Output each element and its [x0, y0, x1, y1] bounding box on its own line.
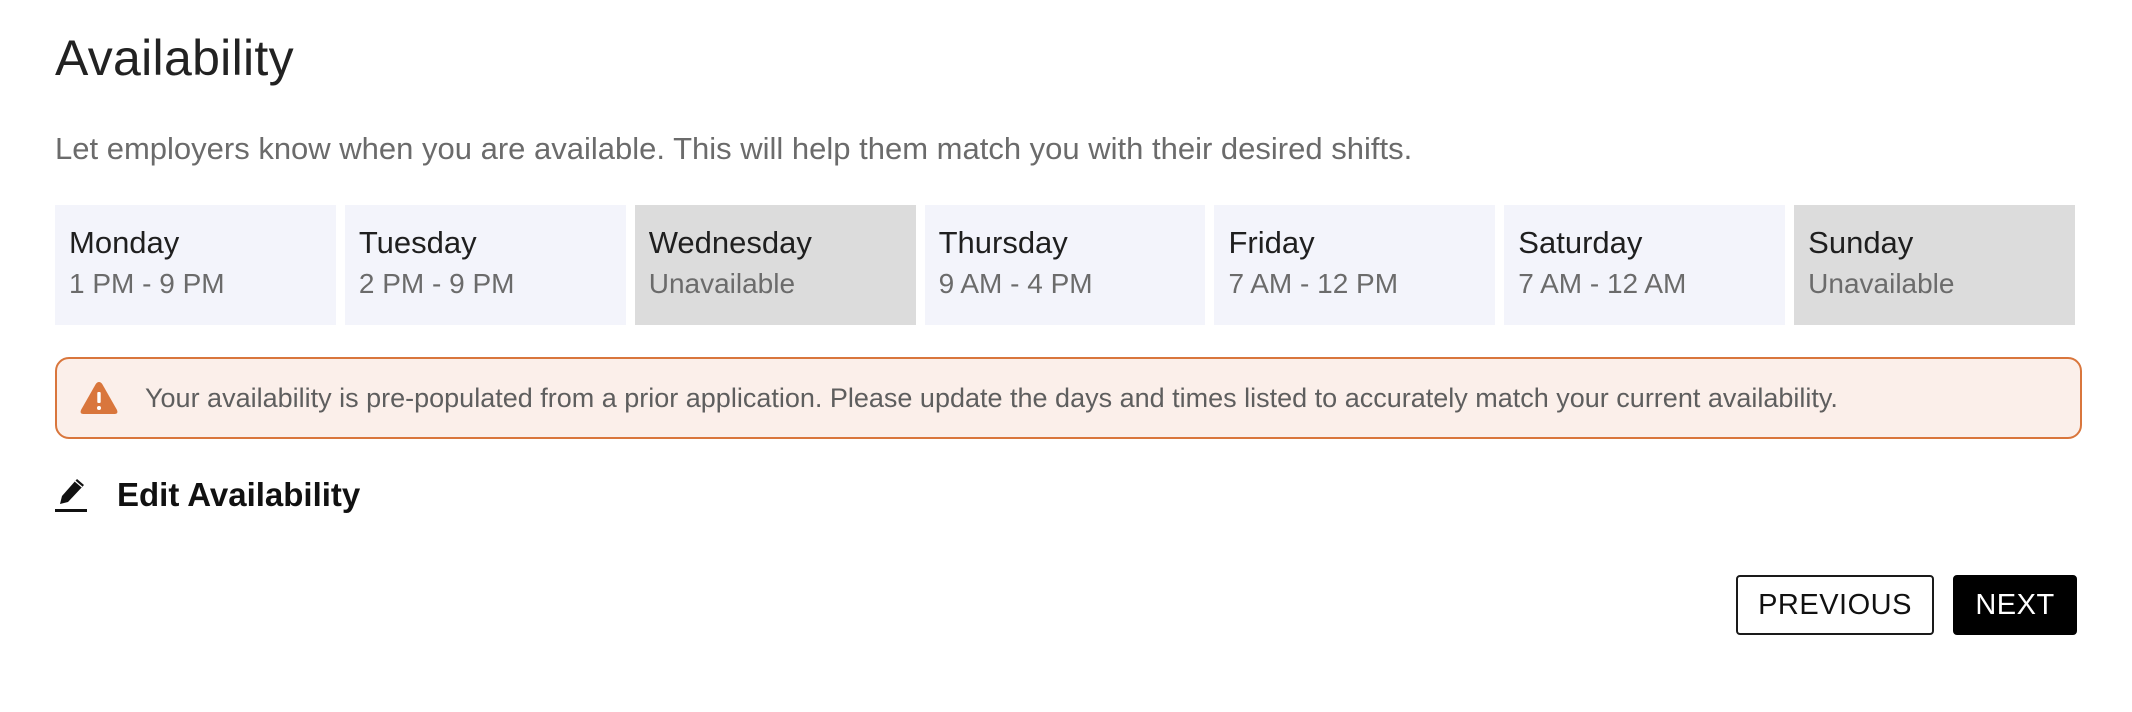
day-hours: Unavailable — [648, 268, 796, 300]
day-card-monday[interactable]: Monday 1 PM - 9 PM — [55, 205, 336, 325]
day-name: Friday — [1228, 225, 1315, 260]
page-title: Availability — [55, 30, 294, 86]
edit-availability-label: Edit Availability — [117, 476, 361, 513]
day-hours: 1 PM - 9 PM — [69, 268, 225, 300]
day-name: Sunday — [1808, 225, 1914, 260]
day-card-sunday[interactable]: Sunday Unavailable — [1794, 205, 2076, 325]
alert-message: Your availability is pre-populated from … — [145, 382, 1838, 413]
availability-section: Availability Let employers know when you… — [55, 0, 2082, 712]
next-button[interactable]: NEXT — [1953, 575, 2077, 635]
warning-icon — [79, 380, 119, 416]
day-card-saturday[interactable]: Saturday 7 AM - 12 AM — [1504, 205, 1786, 325]
day-name: Wednesday — [648, 225, 812, 260]
day-hours: 7 AM - 12 AM — [1518, 268, 1687, 300]
pencil-icon — [55, 477, 87, 513]
day-hours: 7 AM - 12 PM — [1228, 268, 1399, 300]
day-name: Thursday — [938, 225, 1068, 260]
day-hours: Unavailable — [1808, 268, 1955, 300]
day-card-thursday[interactable]: Thursday 9 AM - 4 PM — [924, 205, 1206, 325]
day-name: Monday — [69, 225, 180, 260]
availability-days: Monday 1 PM - 9 PM Tuesday 2 PM - 9 PM W… — [55, 205, 2076, 325]
day-hours: 9 AM - 4 PM — [938, 268, 1093, 300]
day-card-wednesday[interactable]: Wednesday Unavailable — [634, 205, 916, 325]
day-hours: 2 PM - 9 PM — [358, 268, 515, 300]
prepopulated-warning-alert: Your availability is pre-populated from … — [55, 357, 2082, 439]
day-card-friday[interactable]: Friday 7 AM - 12 PM — [1214, 205, 1496, 325]
page-subtitle: Let employers know when you are availabl… — [55, 131, 1413, 166]
edit-availability-link[interactable]: Edit Availability — [55, 470, 360, 520]
day-name: Saturday — [1518, 225, 1643, 260]
day-name: Tuesday — [358, 225, 477, 260]
previous-button[interactable]: PREVIOUS — [1736, 575, 1934, 635]
day-card-tuesday[interactable]: Tuesday 2 PM - 9 PM — [344, 205, 626, 325]
